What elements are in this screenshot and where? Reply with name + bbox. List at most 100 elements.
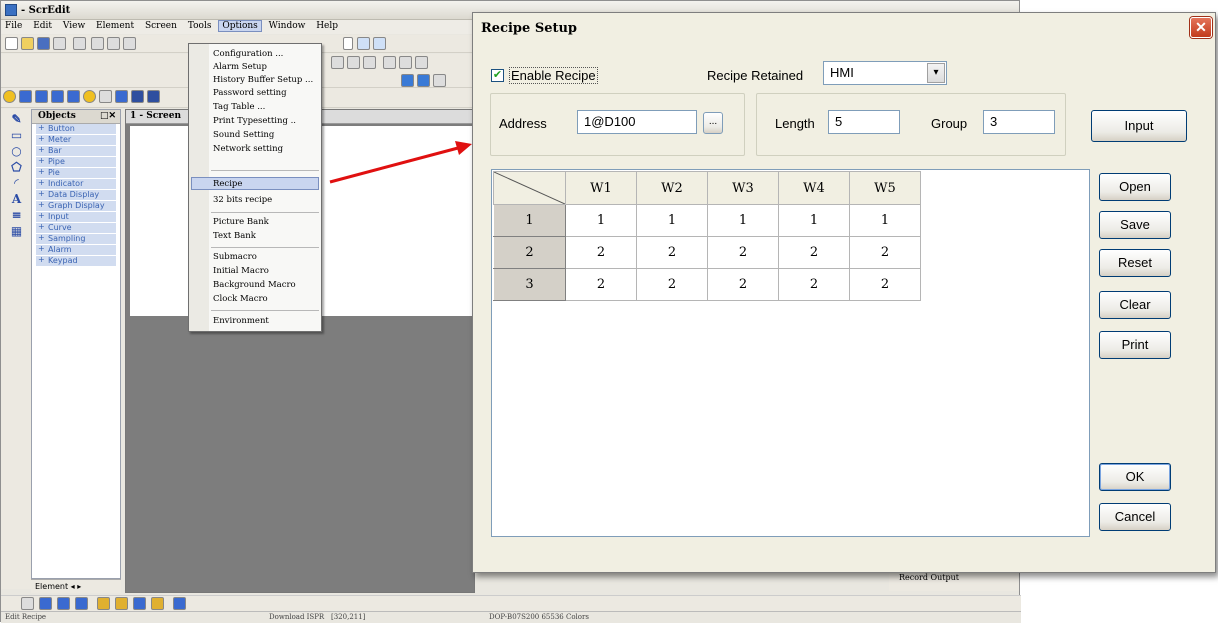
spacing-icon[interactable]	[115, 597, 128, 610]
object-item-pipe[interactable]: Pipe	[36, 156, 116, 168]
zoom-dropdown-icon[interactable]	[343, 37, 353, 50]
tab-scroll-icon[interactable]: ◂ ▸	[71, 582, 82, 591]
menu-item-clock-macro[interactable]: Clock Macro	[189, 293, 321, 306]
table-cell[interactable]: 1	[778, 204, 850, 237]
new-file-icon[interactable]	[5, 37, 18, 50]
circle-icon[interactable]: ○	[10, 145, 23, 158]
ok-button[interactable]: OK	[1099, 463, 1171, 491]
copy-icon[interactable]	[107, 37, 120, 50]
bold-icon[interactable]	[331, 56, 344, 69]
menu-edit[interactable]: Edit	[29, 20, 56, 31]
object-item-alarm[interactable]: Alarm	[36, 244, 116, 256]
object-item-curve[interactable]: Curve	[36, 222, 116, 234]
menu-item-submacro[interactable]: Submacro	[189, 251, 321, 264]
pie-element-icon[interactable]	[67, 90, 80, 103]
menu-window[interactable]: Window	[265, 20, 310, 31]
row-header[interactable]: 1	[493, 204, 566, 237]
data-display-element-icon[interactable]	[99, 90, 112, 103]
menu-view[interactable]: View	[59, 20, 89, 31]
enable-recipe-checkbox[interactable]: ✔	[491, 69, 504, 82]
layout-icon[interactable]	[97, 597, 110, 610]
scale-icon[interactable]: ≡	[10, 209, 23, 222]
open-file-icon[interactable]	[21, 37, 34, 50]
menu-item-tag-table[interactable]: Tag Table ...	[189, 101, 321, 114]
panel-close-icon[interactable]: □✕	[100, 111, 116, 121]
input-element-icon[interactable]	[131, 90, 144, 103]
align-icon[interactable]	[21, 597, 34, 610]
menu-item-picture-bank[interactable]: Picture Bank	[189, 216, 321, 229]
menu-help[interactable]: Help	[312, 20, 342, 31]
menu-element[interactable]: Element	[92, 20, 138, 31]
indicator-element-icon[interactable]	[83, 90, 96, 103]
align-center-icon[interactable]	[399, 56, 412, 69]
table-cell[interactable]: 1	[636, 204, 708, 237]
back-icon[interactable]	[57, 597, 70, 610]
table-cell[interactable]: 1	[565, 204, 637, 237]
object-item-sampling[interactable]: Sampling	[36, 233, 116, 245]
bar-element-icon[interactable]	[35, 90, 48, 103]
align-right-icon[interactable]	[415, 56, 428, 69]
object-item-graph-display[interactable]: Graph Display	[36, 200, 116, 212]
input-button[interactable]: Input	[1091, 110, 1187, 142]
object-item-pie[interactable]: Pie	[36, 167, 116, 179]
object-item-bar[interactable]: Bar	[36, 145, 116, 157]
italic-icon[interactable]	[347, 56, 360, 69]
open-button[interactable]: Open	[1099, 173, 1171, 201]
object-item-meter[interactable]: Meter	[36, 134, 116, 146]
polygon-icon[interactable]: ⬠	[10, 161, 23, 174]
menu-options[interactable]: Options	[218, 20, 262, 32]
cancel-button[interactable]: Cancel	[1099, 503, 1171, 531]
clear-button[interactable]: Clear	[1099, 291, 1171, 319]
align-left-icon[interactable]	[383, 56, 396, 69]
table-cell[interactable]: 2	[849, 236, 921, 269]
object-item-keypad[interactable]: Keypad	[36, 255, 116, 267]
menu-item-alarm-setup[interactable]: Alarm Setup	[189, 61, 321, 74]
layer-front-icon[interactable]	[401, 74, 414, 87]
reset-button[interactable]: Reset	[1099, 249, 1171, 277]
address-browse-button[interactable]: ...	[703, 112, 723, 134]
front-icon[interactable]	[39, 597, 52, 610]
menu-item-network-setting[interactable]: Network setting	[189, 143, 321, 156]
table-cell[interactable]: 2	[778, 236, 850, 269]
meter-element-icon[interactable]	[19, 90, 32, 103]
menu-file[interactable]: File	[1, 20, 26, 31]
redo-icon[interactable]	[73, 37, 86, 50]
button-element-icon[interactable]	[3, 90, 16, 103]
address-input[interactable]: 1@D100	[577, 110, 697, 134]
underline-icon[interactable]	[363, 56, 376, 69]
cut-icon[interactable]	[91, 37, 104, 50]
table-tool-icon[interactable]: ▦	[10, 225, 23, 238]
zoom-in-icon[interactable]	[357, 37, 370, 50]
menu-item-environment[interactable]: Environment	[189, 315, 321, 328]
menu-item-configuration[interactable]: Configuration ...	[189, 48, 321, 61]
menu-item-history-buffer[interactable]: History Buffer Setup ...	[189, 74, 321, 87]
forward-icon[interactable]	[75, 597, 88, 610]
undo-icon[interactable]	[53, 37, 66, 50]
menu-item-background-macro[interactable]: Background Macro	[189, 279, 321, 292]
size-icon[interactable]	[133, 597, 146, 610]
menu-item-print-typesetting[interactable]: Print Typesetting ..	[189, 115, 321, 128]
pipe-element-icon[interactable]	[51, 90, 64, 103]
table-cell[interactable]: 1	[707, 204, 779, 237]
table-cell[interactable]: 2	[707, 268, 779, 301]
menu-tools[interactable]: Tools	[184, 20, 216, 31]
group-input[interactable]: 3	[983, 110, 1055, 134]
graph-element-icon[interactable]	[115, 90, 128, 103]
tab-element[interactable]: Element	[35, 582, 68, 591]
grid-icon[interactable]	[151, 597, 164, 610]
rectangle-icon[interactable]: ▭	[10, 129, 23, 142]
curve-element-icon[interactable]	[147, 90, 160, 103]
table-cell[interactable]: 2	[707, 236, 779, 269]
zoom-out-icon[interactable]	[373, 37, 386, 50]
table-cell[interactable]: 2	[636, 268, 708, 301]
object-item-indicator[interactable]: Indicator	[36, 178, 116, 190]
row-header[interactable]: 2	[493, 236, 566, 269]
object-item-data-display[interactable]: Data Display	[36, 189, 116, 201]
recipe-retained-select[interactable]: HMI ▾	[823, 61, 947, 85]
paste-icon[interactable]	[123, 37, 136, 50]
save-file-icon[interactable]	[37, 37, 50, 50]
group-icon[interactable]	[433, 74, 446, 87]
object-item-input[interactable]: Input	[36, 211, 116, 223]
save-button[interactable]: Save	[1099, 211, 1171, 239]
row-header[interactable]: 3	[493, 268, 566, 301]
